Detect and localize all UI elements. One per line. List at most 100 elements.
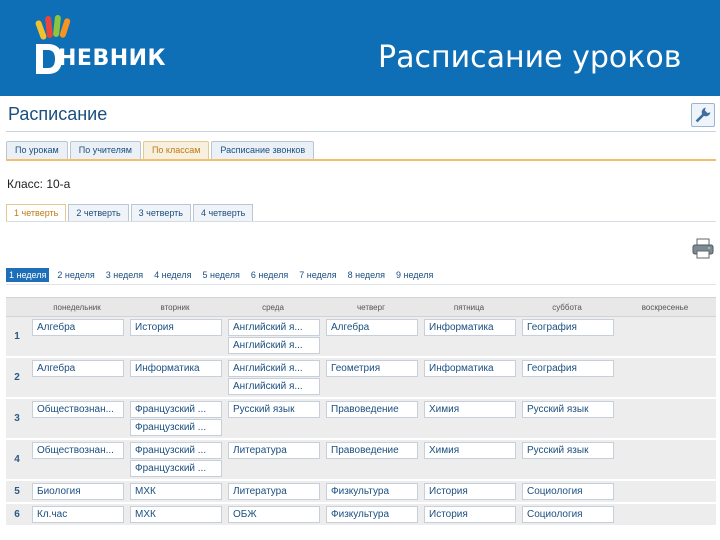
subject-entry[interactable]: Английский я... [228,378,320,395]
schedule-cell: ОБЖ [224,504,322,525]
subject-entry[interactable]: Французский ... [130,442,222,459]
schedule-cell: Физкультура [322,504,420,525]
schedule-cell: Русский язык [518,399,616,438]
header-wednesday: среда [262,303,284,312]
week-9-link[interactable]: 9 неделя [393,268,436,282]
subject-entry[interactable]: Социология [522,506,614,523]
subject-entry[interactable]: Русский язык [228,401,320,418]
subject-entry[interactable]: Французский ... [130,460,222,477]
subject-entry[interactable]: МХК [130,483,222,500]
schedule-cell [616,440,714,479]
subject-entry[interactable]: ОБЖ [228,506,320,523]
printer-icon[interactable] [692,237,714,259]
subject-entry[interactable]: Физкультура [326,483,418,500]
subject-entry[interactable]: Английский я... [228,360,320,377]
class-label: Класс: 10-а [7,177,71,191]
week-6-link[interactable]: 6 неделя [248,268,291,282]
table-row: 2 Алгебра Информатика Английский я... Англий… [6,358,716,399]
schedule-cell [616,481,714,502]
wrench-icon [695,107,711,123]
quarter-underline [6,221,716,222]
week-selector: 1 неделя 2 неделя 3 неделя 4 неделя 5 не… [6,268,441,282]
schedule-cell: Кл.час [28,504,126,525]
page-title: Расписание [8,104,108,124]
subject-entry[interactable]: Русский язык [522,401,614,418]
tab-quarter-3[interactable]: 3 четверть [130,204,191,221]
subject-entry[interactable]: Биология [32,483,124,500]
subject-entry[interactable]: Обществознан... [32,401,124,418]
subject-entry[interactable]: Социология [522,483,614,500]
header-saturday: суббота [552,303,582,312]
week-7-link[interactable]: 7 неделя [296,268,339,282]
table-row: 1 Алгебра История Английский я... Английский… [6,317,716,358]
schedule-cell [616,358,714,397]
schedule-cell: Алгебра [28,358,126,397]
schedule-cell: Английский я... Английский я... [224,358,322,397]
schedule-cell: Химия [420,440,518,479]
subject-entry[interactable]: Геометрия [326,360,418,377]
subject-entry[interactable]: Французский ... [130,419,222,436]
subject-entry[interactable]: Английский я... [228,337,320,354]
schedule-cell: Химия [420,399,518,438]
subject-entry[interactable]: Английский я... [228,319,320,336]
tab-quarter-4[interactable]: 4 четверть [192,204,254,221]
schedule-cell: Биология [28,481,126,502]
schedule-cell: Французский ... Французский ... [126,440,224,479]
tab-bell-schedule[interactable]: Расписание звонков [211,141,315,159]
view-tabs: По урокам По учителям По классам Расписа… [6,141,316,159]
header-friday: пятница [453,303,485,312]
subject-entry[interactable]: Информатика [130,360,222,377]
tab-quarter-2[interactable]: 2 четверть [68,204,129,221]
settings-button[interactable] [691,103,715,127]
table-header: понедельник вторник среда четверг пятниц… [6,297,716,317]
subject-entry[interactable]: Алгебра [32,360,124,377]
subject-entry[interactable]: География [522,319,614,336]
table-row: 3 Обществознан... Французский ... Французск… [6,399,716,440]
week-5-link[interactable]: 5 неделя [200,268,243,282]
subject-entry[interactable]: География [522,360,614,377]
subject-entry[interactable]: Литература [228,483,320,500]
schedule-cell [616,399,714,438]
subject-entry[interactable]: Химия [424,401,516,418]
subject-entry[interactable]: Химия [424,442,516,459]
subject-entry[interactable]: Кл.час [32,506,124,523]
tab-by-lessons[interactable]: По урокам [6,141,68,159]
subject-entry[interactable]: Правоведение [326,442,418,459]
week-1-link[interactable]: 1 неделя [6,268,50,282]
schedule-cell: История [420,504,518,525]
subject-entry[interactable]: Алгебра [326,319,418,336]
schedule-cell: Русский язык [224,399,322,438]
subject-entry[interactable]: История [130,319,222,336]
schedule-cell [616,504,714,525]
subject-entry[interactable]: Литература [228,442,320,459]
tab-by-classes[interactable]: По классам [142,141,210,159]
tab-by-teachers[interactable]: По учителям [69,141,141,159]
subject-entry[interactable]: Информатика [424,360,516,377]
schedule-cell [616,317,714,356]
tab-quarter-1[interactable]: 1 четверть [6,204,67,221]
subject-entry[interactable]: Физкультура [326,506,418,523]
schedule-cell: Информатика [420,317,518,356]
subject-entry[interactable]: Французский ... [130,401,222,418]
header-number [6,298,28,316]
schedule-cell: Социология [518,481,616,502]
schedule-cell: МХК [126,481,224,502]
header-thursday: четверг [357,303,385,312]
subject-entry[interactable]: Алгебра [32,319,124,336]
week-4-link[interactable]: 4 неделя [151,268,194,282]
schedule-cell: География [518,358,616,397]
schedule-cell: Обществознан... [28,440,126,479]
subject-entry[interactable]: История [424,483,516,500]
subject-entry[interactable]: Информатика [424,319,516,336]
subject-entry[interactable]: Русский язык [522,442,614,459]
subject-entry[interactable]: Правоведение [326,401,418,418]
week-3-link[interactable]: 3 неделя [103,268,146,282]
subject-entry[interactable]: Обществознан... [32,442,124,459]
week-2-link[interactable]: 2 неделя [54,268,97,282]
week-8-link[interactable]: 8 неделя [345,268,388,282]
subject-entry[interactable]: МХК [130,506,222,523]
schedule-cell: Геометрия [322,358,420,397]
schedule-cell: Алгебра [28,317,126,356]
schedule-cell: Литература [224,481,322,502]
subject-entry[interactable]: История [424,506,516,523]
